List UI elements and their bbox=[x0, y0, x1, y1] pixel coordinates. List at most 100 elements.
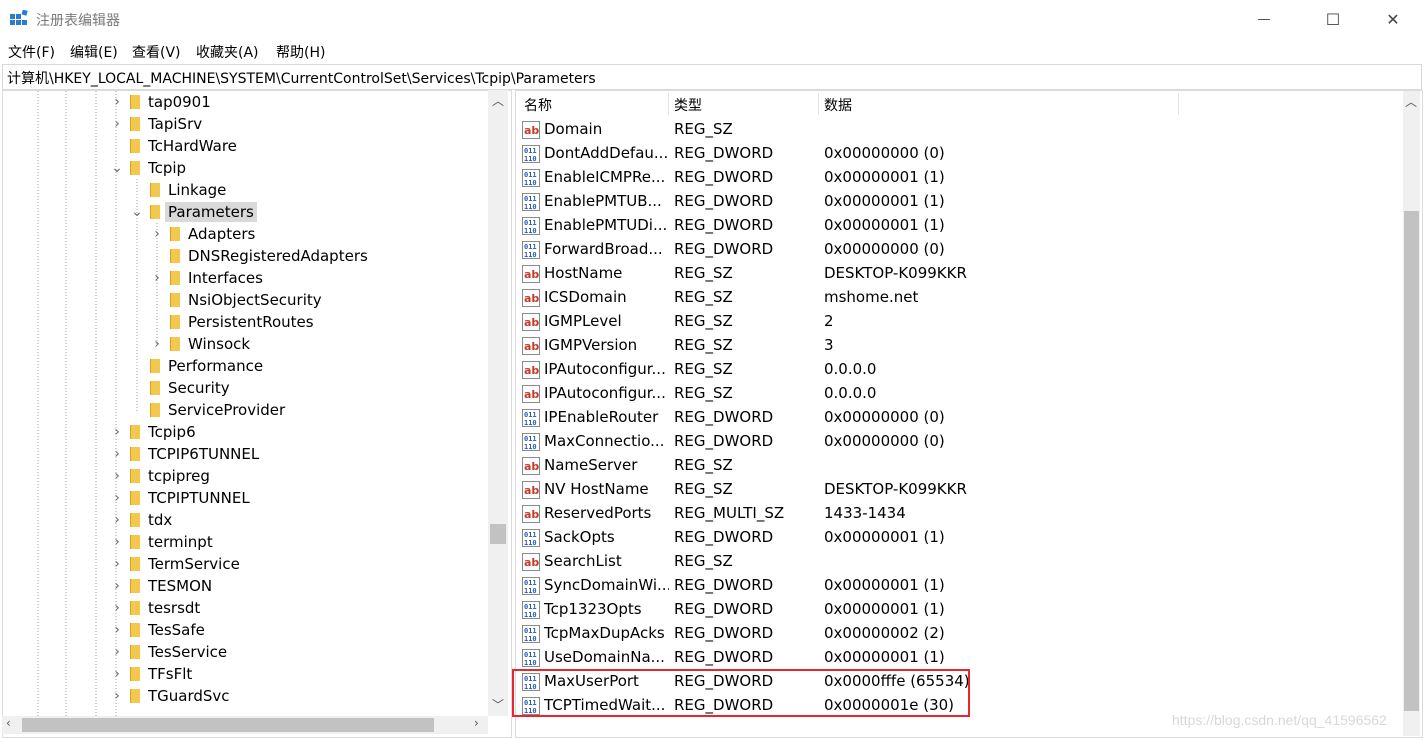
tree-item[interactable]: Security bbox=[147, 377, 233, 399]
tree-item[interactable]: TermService bbox=[127, 553, 243, 575]
value-row[interactable]: ab IPAutoconfigur... REG_SZ 0.0.0.0 bbox=[516, 382, 1396, 406]
tree-item[interactable]: Parameters bbox=[147, 201, 257, 223]
chevron-right-icon[interactable]: › bbox=[111, 465, 123, 487]
column-divider[interactable] bbox=[668, 93, 669, 115]
chevron-right-icon[interactable]: › bbox=[151, 333, 163, 355]
value-row[interactable]: 011 110 Tcp1323Opts REG_DWORD 0x00000001 (1) bbox=[516, 598, 1396, 622]
tree-item[interactable]: Tcpip bbox=[127, 157, 189, 179]
value-row[interactable]: 011 110 SackOpts REG_DWORD 0x00000001 (1) bbox=[516, 526, 1396, 550]
tree-item[interactable]: TapiSrv bbox=[127, 113, 205, 135]
scroll-right-arrow-icon[interactable]: › bbox=[474, 716, 479, 730]
tree-item[interactable]: TcHardWare bbox=[127, 135, 240, 157]
values-vertical-scrollbar[interactable]: ︿ bbox=[1403, 91, 1420, 736]
value-row[interactable]: ab NameServer REG_SZ bbox=[516, 454, 1396, 478]
chevron-right-icon[interactable]: › bbox=[111, 531, 123, 553]
address-path[interactable]: 计算机\HKEY_LOCAL_MACHINE\SYSTEM\CurrentCon… bbox=[7, 68, 596, 88]
chevron-right-icon[interactable]: › bbox=[111, 509, 123, 531]
chevron-right-icon[interactable]: › bbox=[111, 641, 123, 663]
minimize-button[interactable]: — bbox=[1241, 0, 1287, 38]
scroll-left-arrow-icon[interactable]: ‹ bbox=[6, 716, 11, 730]
menu-favorites[interactable]: 收藏夹(A) bbox=[196, 42, 259, 62]
values-scroll-thumb[interactable] bbox=[1404, 211, 1419, 711]
chevron-right-icon[interactable]: › bbox=[111, 91, 123, 113]
values-pane[interactable]: 名称 类型 数据 ab Domain REG_SZ 011 110 DontAddDefa… bbox=[515, 90, 1423, 738]
scroll-up-arrow-icon[interactable]: ︿ bbox=[492, 92, 504, 109]
scroll-up-arrow-icon[interactable]: ︿ bbox=[1405, 93, 1417, 110]
value-row[interactable]: ab NV HostName REG_SZ DESKTOP-K099KKR bbox=[516, 478, 1396, 502]
tree-item[interactable]: TCPIP6TUNNEL bbox=[127, 443, 262, 465]
chevron-right-icon[interactable]: › bbox=[111, 113, 123, 135]
menu-file[interactable]: 文件(F) bbox=[8, 42, 55, 62]
value-row[interactable]: ab IGMPVersion REG_SZ 3 bbox=[516, 334, 1396, 358]
menu-edit[interactable]: 编辑(E) bbox=[70, 42, 118, 62]
chevron-right-icon[interactable]: › bbox=[111, 487, 123, 509]
chevron-right-icon[interactable]: › bbox=[111, 421, 123, 443]
tree-item[interactable]: TesSafe bbox=[127, 619, 208, 641]
maximize-button[interactable]: ☐ bbox=[1310, 0, 1356, 38]
menu-help[interactable]: 帮助(H) bbox=[276, 42, 325, 62]
tree-item[interactable]: Linkage bbox=[147, 179, 229, 201]
column-divider[interactable] bbox=[818, 93, 819, 115]
tree-item[interactable]: tap0901 bbox=[127, 91, 214, 113]
tree-item[interactable]: NsiObjectSecurity bbox=[167, 289, 325, 311]
key-tree-pane[interactable]: tap0901 › TapiSrv › TcHardWare Tcpip ⌄ Linkage P… bbox=[2, 90, 512, 738]
column-header-type[interactable]: 类型 bbox=[674, 95, 702, 115]
value-row[interactable]: ab IGMPLevel REG_SZ 2 bbox=[516, 310, 1396, 334]
value-row[interactable]: 011 110 EnableICMPRe... REG_DWORD 0x00000001… bbox=[516, 166, 1396, 190]
value-row[interactable]: ab IPAutoconfigur... REG_SZ 0.0.0.0 bbox=[516, 358, 1396, 382]
tree-item[interactable]: DNSRegisteredAdapters bbox=[167, 245, 371, 267]
value-row[interactable]: ab HostName REG_SZ DESKTOP-K099KKR bbox=[516, 262, 1396, 286]
value-row[interactable]: 011 110 MaxConnectio... REG_DWORD 0x00000000… bbox=[516, 430, 1396, 454]
tree-hscroll-thumb[interactable] bbox=[22, 718, 434, 732]
tree-item[interactable]: ServiceProvider bbox=[147, 399, 288, 421]
tree-horizontal-scrollbar[interactable]: ‹ › bbox=[2, 716, 488, 734]
scroll-down-arrow-icon[interactable]: ﹀ bbox=[492, 696, 504, 713]
tree-item[interactable]: TESMON bbox=[127, 575, 215, 597]
value-row[interactable]: 011 110 DontAddDefau... REG_DWORD 0x00000000… bbox=[516, 142, 1396, 166]
column-header-name[interactable]: 名称 bbox=[524, 95, 552, 115]
chevron-right-icon[interactable]: › bbox=[111, 575, 123, 597]
chevron-right-icon[interactable]: › bbox=[111, 619, 123, 641]
value-row[interactable]: 011 110 IPEnableRouter REG_DWORD 0x00000000 … bbox=[516, 406, 1396, 430]
tree-item[interactable]: terminpt bbox=[127, 531, 216, 553]
tree-item[interactable]: TCPIPTUNNEL bbox=[127, 487, 253, 509]
value-row[interactable]: ab ReservedPorts REG_MULTI_SZ 1433-1434 bbox=[516, 502, 1396, 526]
value-row[interactable]: 011 110 TcpMaxDupAcks REG_DWORD 0x00000002 (… bbox=[516, 622, 1396, 646]
tree-item[interactable]: tesrsdt bbox=[127, 597, 203, 619]
tree-item[interactable]: Tcpip6 bbox=[127, 421, 199, 443]
value-row[interactable]: ab SearchList REG_SZ bbox=[516, 550, 1396, 574]
tree-item[interactable]: TesService bbox=[127, 641, 230, 663]
value-row[interactable]: 011 110 EnablePMTUB... REG_DWORD 0x00000001 … bbox=[516, 190, 1396, 214]
value-row[interactable]: 011 110 ForwardBroad... REG_DWORD 0x00000000… bbox=[516, 238, 1396, 262]
value-row[interactable]: ab ICSDomain REG_SZ mshome.net bbox=[516, 286, 1396, 310]
close-button[interactable]: ✕ bbox=[1370, 0, 1416, 38]
chevron-right-icon[interactable]: › bbox=[111, 443, 123, 465]
tree-item[interactable]: tcpipreg bbox=[127, 465, 213, 487]
value-row[interactable]: 011 110 UseDomainNa... REG_DWORD 0x00000001 … bbox=[516, 646, 1396, 670]
chevron-down-icon[interactable]: ⌄ bbox=[131, 201, 143, 223]
tree-item[interactable]: TGuardSvc bbox=[127, 685, 233, 707]
column-divider[interactable] bbox=[1178, 93, 1179, 115]
value-row[interactable]: 011 110 SyncDomainWi... REG_DWORD 0x00000001… bbox=[516, 574, 1396, 598]
chevron-right-icon[interactable]: › bbox=[111, 663, 123, 685]
chevron-right-icon[interactable]: › bbox=[111, 685, 123, 707]
chevron-right-icon[interactable]: › bbox=[111, 597, 123, 619]
tree-item[interactable]: Winsock bbox=[167, 333, 253, 355]
tree-item[interactable]: Adapters bbox=[167, 223, 258, 245]
value-row[interactable]: 011 110 EnablePMTUDi... REG_DWORD 0x00000001… bbox=[516, 214, 1396, 238]
tree-item[interactable]: Interfaces bbox=[167, 267, 266, 289]
tree-item[interactable]: tdx bbox=[127, 509, 175, 531]
tree-item[interactable]: PersistentRoutes bbox=[167, 311, 317, 333]
chevron-right-icon[interactable]: › bbox=[151, 223, 163, 245]
menu-view[interactable]: 查看(V) bbox=[132, 42, 181, 62]
chevron-down-icon[interactable]: ⌄ bbox=[111, 157, 123, 179]
column-header-data[interactable]: 数据 bbox=[824, 95, 852, 115]
tree-vertical-scrollbar[interactable]: ︿ ﹀ bbox=[488, 90, 508, 716]
chevron-right-icon[interactable]: › bbox=[151, 267, 163, 289]
tree-item[interactable]: Performance bbox=[147, 355, 266, 377]
tree-scroll-thumb[interactable] bbox=[490, 524, 506, 544]
tree-item[interactable]: TFsFlt bbox=[127, 663, 195, 685]
address-bar[interactable]: 计算机\HKEY_LOCAL_MACHINE\SYSTEM\CurrentCon… bbox=[2, 64, 1422, 90]
value-row[interactable]: ab Domain REG_SZ bbox=[516, 118, 1396, 142]
chevron-right-icon[interactable]: › bbox=[111, 553, 123, 575]
